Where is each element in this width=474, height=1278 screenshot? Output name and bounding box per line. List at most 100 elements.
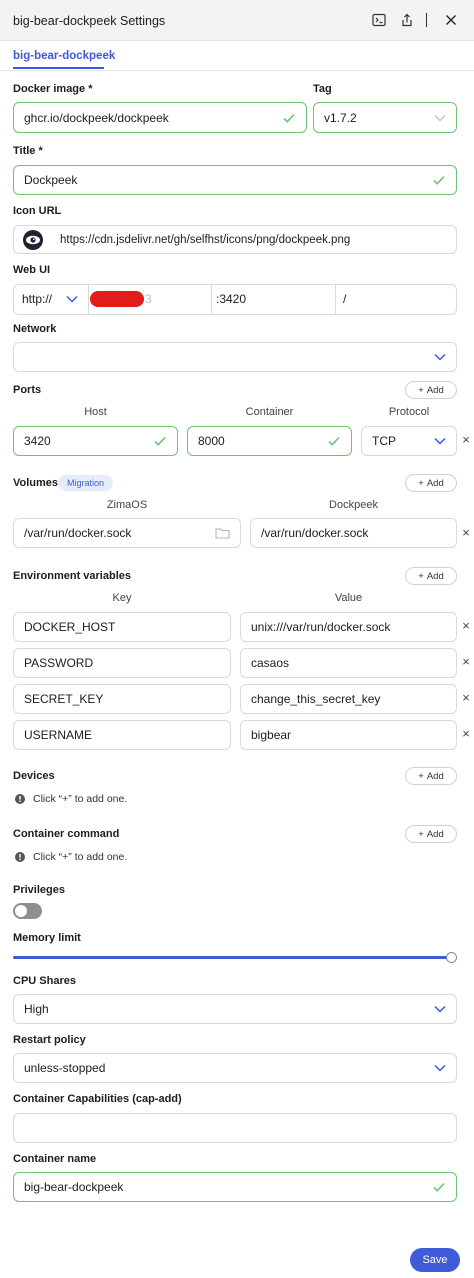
env-key-input[interactable]: DOCKER_HOST [13,612,231,642]
chevron-down-icon[interactable] [66,295,78,303]
docker-image-input[interactable]: ghcr.io/dockpeek/dockpeek [13,102,307,133]
chevron-down-icon [434,1064,446,1072]
divider [88,285,89,314]
valid-check-icon [433,175,445,185]
volume-container-input[interactable]: /var/run/docker.sock [250,518,457,548]
app-logo-icon [20,228,46,251]
privileges-label: Privileges [13,884,65,896]
remove-port-button[interactable]: × [460,432,472,447]
volume-host-input[interactable]: /var/run/docker.sock [13,518,241,548]
port-container-value: 8000 [198,434,225,448]
active-tab-indicator [13,67,104,69]
port-protocol-value: TCP [372,434,396,448]
remove-env-button[interactable]: × [460,618,472,633]
dialog-title: big-bear-dockpeek Settings [13,14,166,28]
port-host-value: 3420 [24,434,51,448]
title-label: Title * [13,145,43,157]
privileges-toggle[interactable] [13,903,42,919]
folder-icon[interactable] [215,527,230,539]
web-ui-label: Web UI [13,264,51,276]
header-divider [426,13,427,27]
env-value-input[interactable]: change_this_secret_key [240,684,457,714]
volume-host-value: /var/run/docker.sock [24,526,132,540]
env-value-input[interactable]: casaos [240,648,457,678]
valid-check-icon [328,436,340,446]
cap-add-label: Container Capabilities (cap-add) [13,1093,182,1105]
valid-check-icon [154,436,166,446]
volumes-container-header: Dockpeek [329,499,378,511]
env-value-input[interactable]: unix:///var/run/docker.sock [240,612,457,642]
volumes-label: Volumes [13,477,59,489]
ports-container-header: Container [245,406,294,418]
icon-url-value: https://cdn.jsdelivr.net/gh/selfhst/icon… [60,233,351,246]
network-select[interactable] [13,342,457,372]
restart-policy-select[interactable]: unless-stopped [13,1053,457,1083]
volumes-host-header: ZimaOS [106,499,148,511]
web-ui-host-suffix[interactable]: 3 [145,292,152,306]
add-command-button[interactable]: + Add [405,825,457,843]
share-icon[interactable] [398,11,416,29]
devices-label: Devices [13,770,55,782]
web-ui-path[interactable]: / [343,292,346,306]
restart-policy-value: unless-stopped [24,1061,106,1075]
ports-label: Ports [13,384,42,396]
divider [211,285,212,314]
cpu-shares-select[interactable]: High [13,994,457,1024]
devices-hint: ! Click “+” to add one. [15,793,127,805]
network-label: Network [13,323,57,335]
container-name-label: Container name [13,1153,97,1165]
port-container-input[interactable]: 8000 [187,426,352,456]
divider [335,285,336,314]
volume-container-value: /var/run/docker.sock [261,526,369,540]
ports-host-header: Host [84,406,107,418]
restart-policy-label: Restart policy [13,1034,86,1046]
title-value: Dockpeek [24,173,78,187]
icon-url-input[interactable]: https://cdn.jsdelivr.net/gh/selfhst/icon… [13,225,457,254]
info-icon: ! [15,852,25,862]
env-key-input[interactable]: USERNAME [13,720,231,750]
cap-add-input[interactable] [13,1113,457,1143]
memory-slider-handle[interactable] [446,952,457,963]
close-icon[interactable] [442,11,460,29]
tag-label: Tag [313,83,332,95]
terminal-icon[interactable] [370,11,388,29]
web-ui-port[interactable]: :3420 [216,292,246,306]
memory-limit-label: Memory limit [13,932,81,944]
chevron-down-icon [434,437,446,445]
cpu-shares-label: CPU Shares [13,975,76,987]
tag-select[interactable]: v1.7.2 [313,102,457,133]
title-input[interactable]: Dockpeek [13,165,457,195]
valid-check-icon [283,113,295,123]
env-value-header: Value [334,592,363,604]
chevron-down-icon [434,1005,446,1013]
save-button[interactable]: Save [410,1248,460,1272]
port-host-input[interactable]: 3420 [13,426,178,456]
web-ui-scheme[interactable]: http:// [22,292,52,306]
add-device-button[interactable]: + Add [405,767,457,785]
remove-env-button[interactable]: × [460,654,472,669]
env-key-header: Key [112,592,132,604]
port-protocol-select[interactable]: TCP [361,426,457,456]
add-volume-button[interactable]: + Add [405,474,457,492]
remove-env-button[interactable]: × [460,690,472,705]
container-name-input[interactable]: big-bear-dockpeek [13,1172,457,1202]
env-label: Environment variables [13,570,131,582]
add-port-button[interactable]: + Add [405,381,457,399]
ports-protocol-header: Protocol [388,406,430,418]
memory-slider-track[interactable] [13,956,457,959]
env-key-input[interactable]: PASSWORD [13,648,231,678]
icon-url-label: Icon URL [13,205,62,217]
migration-badge[interactable]: Migration [58,475,114,491]
add-env-button[interactable]: + Add [405,567,457,585]
container-command-hint: ! Click “+” to add one. [15,851,127,863]
memory-slider-fill [13,956,457,959]
chevron-down-icon [434,114,446,121]
env-value-input[interactable]: bigbear [240,720,457,750]
tab-big-bear-dockpeek[interactable]: big-bear-dockpeek [13,50,115,62]
tag-value: v1.7.2 [324,110,357,125]
info-icon: ! [15,794,25,804]
chevron-down-icon [434,353,446,361]
remove-env-button[interactable]: × [460,726,472,741]
remove-volume-button[interactable]: × [460,525,472,540]
env-key-input[interactable]: SECRET_KEY [13,684,231,714]
